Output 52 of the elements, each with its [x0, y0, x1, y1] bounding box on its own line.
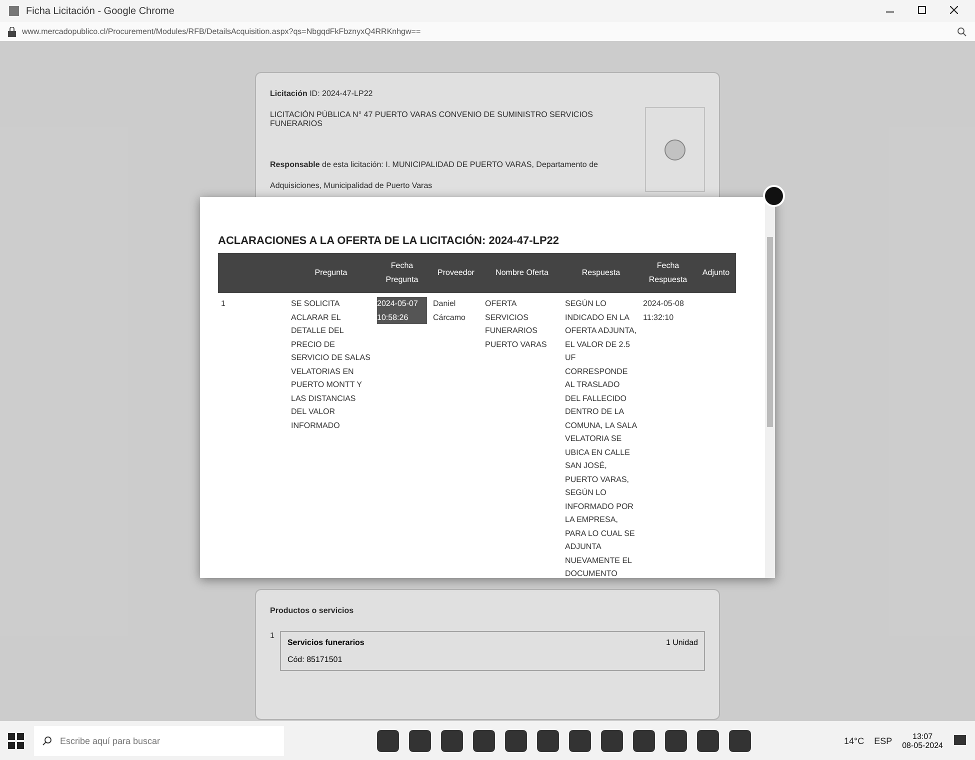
taskbar-app-icon[interactable]: [376, 730, 399, 752]
taskbar-app-icon[interactable]: [504, 730, 527, 752]
taskbar-app-icon[interactable]: [632, 730, 655, 752]
column-header: Pregunta: [288, 253, 374, 293]
item-number: 1: [270, 631, 274, 642]
dialog-title: ACLARACIONES A LA OFERTA DE LA LICITACIÓN: 2024-47-LP22: [218, 235, 560, 247]
column-header: Respuesta: [562, 253, 640, 293]
search-icon[interactable]: [957, 26, 967, 36]
offer-name-cell: OFERTA SERVICIOS FUNERARIOS PUERTO VARAS: [482, 293, 562, 578]
column-header: Adjunto: [696, 253, 736, 293]
answer-cell: SEGÚN LO INDICADO EN LA OFERTA ADJUNTA, EL VALOR DE 2.5 UF CORRESPONDE AL TRASLADO DEL FALLECIDO DENTRO DE LA COMUNA, LA SALA VELATORIA SE UBICA EN CALLE SAN JOSÉ, PUERTO VARAS, SEGÚN LO INFORMADO POR LA EMPRESA, PARA LO CUAL SE ADJUNTA NUEVAMENTE EL DOCUMENTO: [562, 293, 640, 578]
language-text[interactable]: ESP: [874, 736, 892, 746]
taskbar-app-icon[interactable]: [728, 730, 751, 752]
taskbar-app-icon[interactable]: [664, 730, 687, 752]
weather-text: 14°C: [844, 736, 864, 746]
tender-responsible: Responsable de esta licitación: I. MUNICIPALIDAD DE PUERTO VARAS, Departamento de: [270, 160, 599, 169]
lock-icon: [8, 26, 16, 36]
close-dialog-button[interactable]: [763, 185, 785, 207]
notification-icon[interactable]: [953, 734, 967, 748]
question-cell: SE SOLICITA ACLARAR EL DETALLE DEL PRECIO DE SERVICIO DE SALAS VELATORIAS EN PUERTO MONTT Y LAS DISTANCIAS DEL VALOR INFORMADO: [288, 293, 374, 578]
taskbar-app-icon[interactable]: [440, 730, 463, 752]
maximize-icon: [918, 6, 926, 14]
column-header: Nombre Oferta: [482, 253, 562, 293]
taskbar-app-icon[interactable]: [600, 730, 623, 752]
product-name: Servicios funerarios: [287, 638, 366, 648]
question-date: 2024-05-07 10:58:26: [377, 297, 427, 324]
column-header: Fecha Pregunta: [374, 253, 430, 293]
tender-description: LICITACIÓN PÚBLICA N° 47 PUERTO VARAS CONVENIO DE SUMINISTRO SERVICIOS FUNERARIOS: [270, 110, 594, 128]
seal-icon: [663, 138, 687, 162]
supplier-cell: Daniel Cárcamo: [430, 293, 482, 578]
app-icon: [8, 5, 20, 17]
taskbar-app-icon[interactable]: [408, 730, 431, 752]
tender-id: Licitación ID: 2024-47-LP22: [270, 89, 374, 98]
window-title: Ficha Licitación - Google Chrome: [26, 6, 176, 16]
product-code: Cód: 85171501: [287, 655, 344, 664]
answer-date-cell: 2024-05-08 11:32:10: [640, 293, 696, 578]
windows-icon[interactable]: [8, 732, 24, 748]
taskbar-app-icon[interactable]: [472, 730, 495, 752]
taskbar-search-field[interactable]: Escribe aquí para buscar: [34, 726, 284, 756]
products-heading: Productos o servicios: [270, 606, 355, 616]
taskbar-app-icon[interactable]: [536, 730, 559, 752]
column-header: Fecha Respuesta: [640, 253, 696, 293]
clock-time: 13:07: [912, 732, 933, 740]
taskbar-app-icon[interactable]: [696, 730, 719, 752]
tender-responsible-detail: Adquisiciones, Municipalidad de Puerto Varas: [270, 181, 434, 190]
column-header: Proveedor: [430, 253, 482, 293]
search-icon: [42, 736, 52, 746]
taskbar-app-icon[interactable]: [568, 730, 591, 752]
close-icon: [950, 6, 958, 14]
clock-date: 08-05-2024: [902, 740, 943, 750]
product-quantity: 1 Unidad: [666, 638, 698, 648]
row-number: 1: [218, 293, 288, 578]
